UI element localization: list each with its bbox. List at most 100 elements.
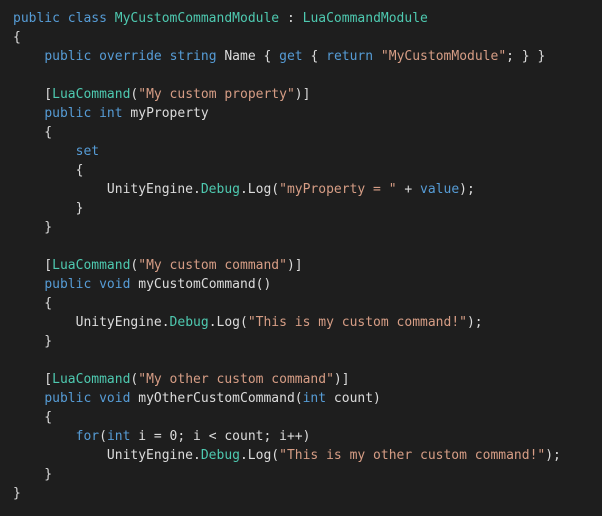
code-token: int bbox=[106, 429, 131, 444]
code-line: public override string Name { get { retu… bbox=[13, 47, 602, 66]
code-editor[interactable]: public class MyCustomCommandModule : Lua… bbox=[0, 0, 602, 516]
code-token: } bbox=[13, 220, 53, 235]
code-line: } bbox=[13, 465, 602, 484]
code-line: public int myProperty bbox=[13, 104, 602, 123]
code-token: "My custom property" bbox=[138, 87, 295, 102]
code-token: )] bbox=[286, 258, 303, 273]
code-token: [ bbox=[13, 372, 53, 387]
code-token: myOtherCustomCommand( bbox=[130, 391, 303, 406]
code-token: value bbox=[420, 182, 460, 197]
code-token: string bbox=[169, 49, 217, 64]
code-token: Name { bbox=[216, 49, 280, 64]
code-token: i = 0; i < count; i++) bbox=[130, 429, 311, 444]
code-token: { bbox=[13, 410, 53, 425]
code-token: class bbox=[67, 11, 107, 26]
code-token: LuaCommand bbox=[52, 258, 131, 273]
code-token: } bbox=[13, 486, 21, 501]
code-token: { bbox=[13, 125, 53, 140]
code-token: Debug bbox=[169, 315, 209, 330]
code-token: + bbox=[396, 182, 421, 197]
code-token: void bbox=[99, 391, 131, 406]
code-line: { bbox=[13, 294, 602, 313]
code-line: UnityEngine.Debug.Log("This is my custom… bbox=[13, 313, 602, 332]
code-token: void bbox=[99, 277, 131, 292]
code-token: )] bbox=[294, 87, 311, 102]
code-listing: public class MyCustomCommandModule : Lua… bbox=[13, 9, 602, 503]
code-token: ; } } bbox=[506, 49, 546, 64]
code-token: } bbox=[13, 334, 53, 349]
code-token: public bbox=[44, 49, 92, 64]
code-token: myCustomCommand() bbox=[130, 277, 272, 292]
code-token: UnityEngine. bbox=[13, 315, 170, 330]
code-token: for bbox=[75, 429, 100, 444]
code-line: { bbox=[13, 161, 602, 180]
code-line: UnityEngine.Debug.Log("This is my other … bbox=[13, 446, 602, 465]
code-token: { bbox=[13, 163, 84, 178]
code-line: [LuaCommand("My custom command")] bbox=[13, 256, 602, 275]
code-line: public void myOtherCustomCommand(int cou… bbox=[13, 389, 602, 408]
code-token: : bbox=[279, 11, 303, 26]
code-token: set bbox=[75, 144, 100, 159]
code-token: { bbox=[302, 49, 327, 64]
code-token: Debug bbox=[200, 448, 240, 463]
code-token: .Log( bbox=[239, 182, 280, 197]
code-token: count) bbox=[326, 391, 381, 406]
code-token: LuaCommand bbox=[52, 372, 131, 387]
code-token: "myProperty = " bbox=[279, 182, 397, 197]
code-line: UnityEngine.Debug.Log("myProperty = " + … bbox=[13, 180, 602, 199]
code-token: { bbox=[13, 30, 21, 45]
code-token: public bbox=[13, 11, 60, 26]
code-token: } bbox=[13, 201, 84, 216]
code-token: } bbox=[13, 467, 53, 482]
code-token: "This is my other custom command!" bbox=[279, 448, 546, 463]
code-line: [LuaCommand("My other custom command")] bbox=[13, 370, 602, 389]
code-token: [ bbox=[13, 258, 53, 273]
code-token: .Log( bbox=[208, 315, 248, 330]
code-line: } bbox=[13, 199, 602, 218]
code-token: ); bbox=[466, 315, 483, 330]
code-token: public bbox=[44, 277, 92, 292]
code-token: "This is my custom command!" bbox=[247, 315, 467, 330]
code-line: { bbox=[13, 28, 602, 47]
code-token: get bbox=[279, 49, 303, 64]
code-token: Debug bbox=[200, 182, 240, 197]
code-line: } bbox=[13, 332, 602, 351]
code-token: ); bbox=[459, 182, 475, 197]
code-token: public bbox=[44, 106, 92, 121]
code-line: } bbox=[13, 218, 602, 237]
code-token: .Log( bbox=[239, 448, 280, 463]
code-token: override bbox=[99, 49, 162, 64]
code-line: { bbox=[13, 408, 602, 427]
code-token: UnityEngine. bbox=[13, 448, 201, 463]
code-line: public void myCustomCommand() bbox=[13, 275, 602, 294]
code-token: LuaCommand bbox=[52, 87, 131, 102]
code-line: [LuaCommand("My custom property")] bbox=[13, 85, 602, 104]
code-token: UnityEngine. bbox=[13, 182, 201, 197]
code-token: "MyCustomModule" bbox=[380, 49, 507, 64]
code-token: [ bbox=[13, 87, 53, 102]
code-token: myProperty bbox=[122, 106, 209, 121]
code-token: LuaCommandModule bbox=[302, 11, 428, 26]
code-token: int bbox=[302, 391, 327, 406]
code-token: { bbox=[13, 296, 53, 311]
code-token: ( bbox=[99, 429, 107, 444]
code-token: public bbox=[44, 391, 92, 406]
code-line: { bbox=[13, 123, 602, 142]
code-token: int bbox=[99, 106, 123, 121]
